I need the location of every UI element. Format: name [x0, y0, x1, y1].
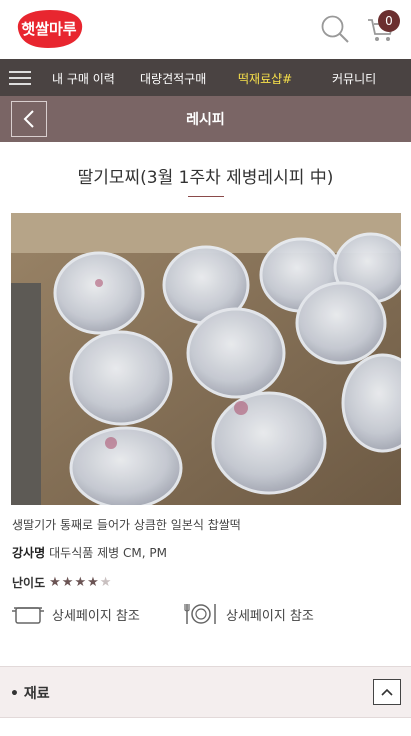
difficulty-rating: 난이도 ★★★★★ — [12, 574, 112, 591]
top-bar: 햇쌀마루 0 — [0, 0, 411, 59]
nav-purchase-history[interactable]: 내 구매 이력 — [52, 70, 115, 87]
page-title: 레시피 — [186, 112, 225, 128]
reference-item-cookware[interactable]: 상세페이지 참조 — [12, 602, 140, 626]
title-underline — [188, 196, 224, 197]
reference-label: 상세페이지 참조 — [52, 608, 140, 624]
instructor-value: 대두식품 제병 CM, PM — [49, 546, 167, 560]
divider — [0, 717, 411, 718]
star-icon: ★ — [74, 575, 87, 590]
recipe-photo — [11, 213, 401, 505]
recipe-title: 딸기모찌(3월 1주차 제병레시피 中) — [77, 168, 334, 188]
nav-community[interactable]: 커뮤니티 — [332, 70, 376, 87]
search-icon[interactable] — [320, 14, 350, 44]
nav-ingredient-shop[interactable]: 떡재료샵# — [238, 70, 292, 87]
nav-bulk-quote[interactable]: 대량견적구매 — [140, 70, 206, 87]
difficulty-stars: ★★★★★ — [49, 575, 112, 590]
recipe-description: 생딸기가 통째로 들어가 상큼한 일본식 찹쌀떡 — [12, 518, 241, 532]
pot-icon — [12, 607, 44, 624]
cart-count-badge: 0 — [378, 10, 400, 32]
ingredients-section-header[interactable]: • 재료 — [0, 667, 411, 717]
reference-item-tableware[interactable]: 상세페이지 참조 — [184, 602, 314, 626]
tableware-icon — [184, 604, 216, 624]
chevron-up-icon — [381, 688, 393, 696]
svg-text:햇쌀마루: 햇쌀마루 — [21, 20, 76, 38]
reference-label: 상세페이지 참조 — [226, 608, 314, 624]
brand-logo[interactable]: 햇쌀마루 — [12, 7, 86, 51]
sub-header: 레시피 — [0, 96, 411, 142]
main-nav: 내 구매 이력 대량견적구매 떡재료샵# 커뮤니티 — [0, 59, 411, 96]
star-icon: ★ — [49, 575, 61, 590]
reference-row: 상세페이지 참조 상세페이지 참조 — [0, 602, 411, 630]
difficulty-label: 난이도 — [12, 576, 46, 590]
instructor-info: 강사명 대두식품 제병 CM, PM — [12, 544, 167, 561]
collapse-button[interactable] — [373, 679, 401, 705]
star-icon: ★ — [99, 575, 112, 590]
instructor-label: 강사명 — [12, 546, 46, 560]
section-title: • 재료 — [10, 686, 50, 702]
star-icon: ★ — [87, 575, 99, 590]
menu-icon[interactable] — [2, 59, 38, 96]
star-icon: ★ — [61, 575, 74, 590]
